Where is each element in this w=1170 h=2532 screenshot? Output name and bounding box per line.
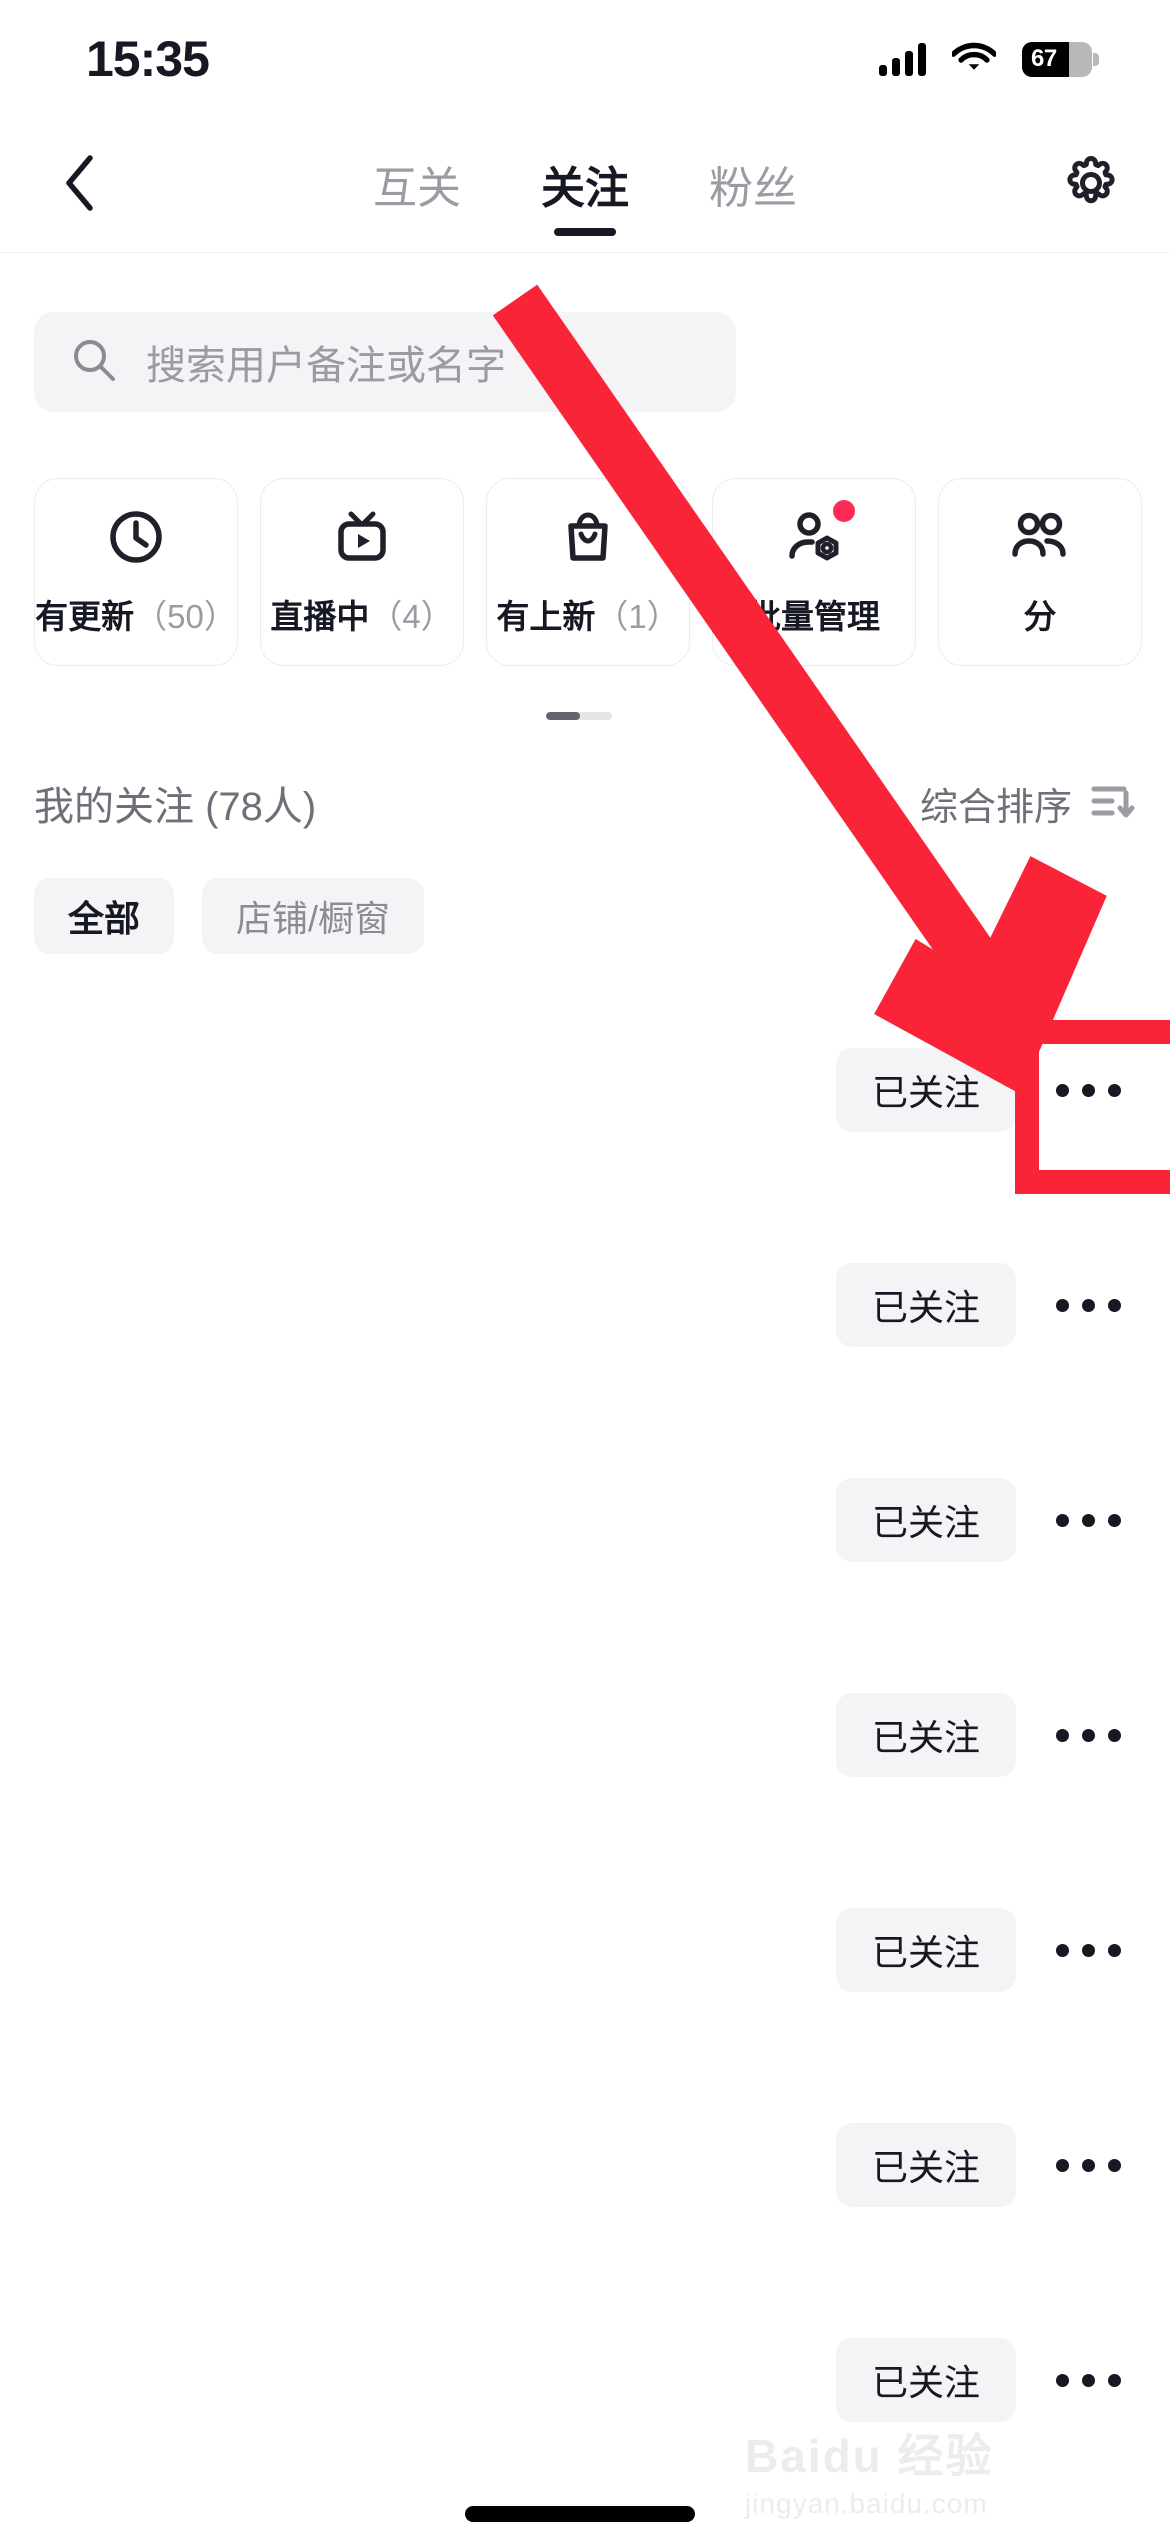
navigation-bar: 互关 关注 粉丝 [0, 118, 1170, 253]
table-row[interactable]: 已关注 [0, 1000, 1170, 1215]
avatar[interactable] [42, 2312, 162, 2432]
section-header: 我的关注 (78人) 综合排序 [34, 768, 1136, 838]
chip-live-now[interactable]: 直播中（4） [260, 478, 464, 666]
tab-followers[interactable]: 粉丝 [699, 152, 807, 236]
table-row[interactable]: 已关注 [0, 2075, 1170, 2290]
back-button[interactable] [44, 150, 114, 220]
user-info[interactable] [42, 1882, 190, 2002]
tab-following-label: 关注 [541, 164, 629, 213]
category-all[interactable]: 全部 [34, 878, 175, 954]
table-row[interactable]: 已关注 [0, 1215, 1170, 1430]
tab-following[interactable]: 关注 [531, 152, 639, 236]
row-actions: 已关注 [836, 1048, 1134, 1132]
follow-status-button[interactable]: 已关注 [836, 1478, 1016, 1562]
avatar[interactable] [42, 1882, 162, 2002]
row-actions: 已关注 [836, 2338, 1134, 2422]
status-bar-indicators: 67 [879, 40, 1099, 78]
category-shop-showcase[interactable]: 店铺/橱窗 [202, 878, 425, 954]
table-row[interactable]: 已关注 [0, 1645, 1170, 1860]
more-options-button[interactable] [1042, 1263, 1134, 1347]
wifi-icon [950, 40, 998, 78]
row-actions: 已关注 [836, 1478, 1134, 1562]
user-info[interactable] [42, 1667, 190, 1787]
search-input[interactable]: 搜索用户备注或名字 [34, 312, 736, 412]
clock-icon [105, 506, 167, 568]
chip-group-label: 分 [1023, 598, 1057, 635]
settings-button[interactable] [1056, 150, 1126, 220]
more-options-button[interactable] [1042, 1048, 1134, 1132]
watermark: Baidu 经验 jingyan.baidu.com [745, 2420, 994, 2520]
chip-batch-manage[interactable]: 批量管理 [712, 478, 916, 666]
tab-mutual[interactable]: 互关 [363, 152, 471, 236]
follow-status-button[interactable]: 已关注 [836, 1908, 1016, 1992]
status-bar: 15:35 67 [0, 0, 1170, 118]
follow-status-button[interactable]: 已关注 [836, 2338, 1016, 2422]
chip-new-arrivals-label: 有上新（1） [496, 598, 680, 635]
search-icon [70, 336, 118, 389]
chip-has-update-label: 有更新（50） [35, 598, 237, 635]
row-actions: 已关注 [836, 2123, 1134, 2207]
gear-icon [1060, 152, 1122, 219]
watermark-line-1: Baidu 经验 [745, 2430, 994, 2482]
home-indicator [465, 2506, 695, 2522]
user-info[interactable] [42, 1452, 190, 1572]
avatar[interactable] [42, 1667, 162, 1787]
search-bar[interactable]: 搜索用户备注或名字 [34, 312, 736, 412]
group-people-icon [1009, 506, 1071, 568]
section-title: 我的关注 (78人) [34, 785, 317, 829]
chips-scroll-indicator [546, 712, 612, 720]
more-options-button[interactable] [1042, 2123, 1134, 2207]
chip-new-arrivals[interactable]: 有上新（1） [486, 478, 690, 666]
sort-label: 综合排序 [919, 786, 1072, 829]
user-info[interactable] [42, 1237, 190, 1357]
more-options-button[interactable] [1042, 2338, 1134, 2422]
avatar[interactable] [42, 1022, 162, 1142]
search-placeholder: 搜索用户备注或名字 [146, 344, 506, 388]
row-actions: 已关注 [836, 1693, 1134, 1777]
row-actions: 已关注 [836, 1263, 1134, 1347]
chip-live-now-label: 直播中（4） [270, 598, 454, 635]
user-info[interactable] [42, 2097, 190, 2217]
notification-badge-dot [833, 500, 855, 522]
status-bar-clock: 15:35 [86, 31, 210, 87]
follow-status-button[interactable]: 已关注 [836, 1263, 1016, 1347]
battery-percent-label: 67 [1031, 45, 1057, 72]
following-user-list: 已关注 已关注 已关注 已关注 已关注 已关注 已关注 [0, 1000, 1170, 2505]
category-filter-row[interactable]: 全部 店铺/橱窗 [34, 878, 425, 954]
chip-batch-manage-label: 批量管理 [748, 598, 880, 635]
table-row[interactable]: 已关注 [0, 2290, 1170, 2505]
avatar[interactable] [42, 1237, 162, 1357]
tab-followers-label: 粉丝 [709, 164, 797, 213]
more-options-button[interactable] [1042, 1693, 1134, 1777]
follow-status-button[interactable]: 已关注 [836, 2123, 1016, 2207]
chip-has-update[interactable]: 有更新（50） [34, 478, 238, 666]
tab-mutual-label: 互关 [373, 164, 461, 213]
quick-filter-chips[interactable]: 有更新（50） 直播中（4） 有上新（1） 批量管理 分 [34, 478, 1170, 670]
more-options-button[interactable] [1042, 1478, 1134, 1562]
shopping-bag-icon [557, 506, 619, 568]
row-actions: 已关注 [836, 1908, 1134, 1992]
live-tv-icon [331, 506, 393, 568]
table-row[interactable]: 已关注 [0, 1430, 1170, 1645]
avatar[interactable] [42, 1452, 162, 1572]
sort-filter-icon [1088, 781, 1136, 826]
chip-group[interactable]: 分 [938, 478, 1142, 666]
follow-status-button[interactable]: 已关注 [836, 1693, 1016, 1777]
more-options-button[interactable] [1042, 1908, 1134, 1992]
user-manage-icon [783, 500, 855, 568]
battery-icon: 67 [1022, 41, 1099, 77]
follow-status-button[interactable]: 已关注 [836, 1048, 1016, 1132]
sort-button[interactable]: 综合排序 [920, 776, 1136, 831]
cellular-signal-icon [879, 42, 926, 76]
table-row[interactable]: 已关注 [0, 1860, 1170, 2075]
top-tab-bar: 互关 关注 粉丝 [363, 152, 807, 236]
user-info[interactable] [42, 1022, 190, 1142]
avatar[interactable] [42, 2097, 162, 2217]
chevron-left-icon [62, 154, 96, 217]
user-info[interactable] [42, 2312, 190, 2432]
watermark-line-2: jingyan.baidu.com [745, 2488, 988, 2519]
